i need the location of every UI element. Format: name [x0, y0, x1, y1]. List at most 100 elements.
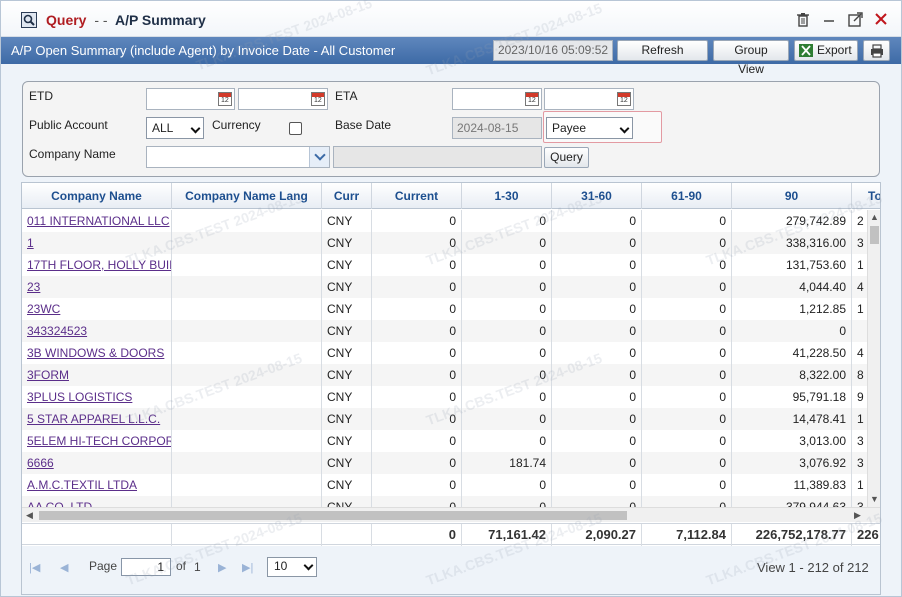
calendar-icon[interactable]: 12 [617, 92, 631, 106]
d90-cell: 4,044.40 [732, 276, 852, 298]
column-header-90[interactable]: 90 [732, 183, 852, 209]
d31-60-cell: 0 [552, 298, 642, 320]
company-name-lang-cell [172, 298, 322, 320]
company-name-display [333, 146, 542, 168]
last-page-icon[interactable]: ▶| [242, 561, 253, 574]
etd-to-input[interactable]: 12 [238, 88, 328, 110]
group-view-button[interactable]: Group View [713, 40, 789, 76]
company-name-link[interactable]: 23WC [22, 298, 172, 320]
calendar-glyph: 12 [221, 97, 229, 104]
totals-empty [172, 524, 322, 546]
public-account-select[interactable]: ALL [146, 117, 204, 139]
d90-cell: 338,316.00 [732, 232, 852, 254]
horizontal-scrollbar[interactable]: ◀ ▶ [22, 507, 880, 522]
scroll-up-icon[interactable]: ▲ [870, 212, 879, 222]
company-name-link[interactable]: A.M.C.TEXTIL LTDA [22, 474, 172, 496]
table-row[interactable]: 17TH FLOOR, HOLLY BUIL CNY 0 0 0 0 131,753.60 1 [22, 254, 867, 276]
column-header-company-name-lang[interactable]: Company Name Lang [172, 183, 322, 209]
calendar-icon[interactable]: 12 [311, 92, 325, 106]
d61-90-cell: 0 [642, 254, 732, 276]
company-name-lang-cell [172, 364, 322, 386]
d1-30-cell: 0 [462, 496, 552, 507]
chevron-down-icon[interactable] [309, 147, 329, 167]
etd-from-input[interactable]: 12 [146, 88, 235, 110]
column-header-curr[interactable]: Curr [322, 183, 372, 209]
prev-page-icon[interactable]: ◀ [60, 561, 68, 574]
curr-cell: CNY [322, 364, 372, 386]
title-main: A/P Summary [114, 12, 206, 28]
column-header-61-90[interactable]: 61-90 [642, 183, 732, 209]
company-name-link[interactable]: 17TH FLOOR, HOLLY BUIL [22, 254, 172, 276]
table-row[interactable]: AA CO.,LTD CNY 0 0 0 0 379,944.63 3 [22, 496, 867, 507]
table-row[interactable]: 343324523 CNY 0 0 0 0 0 [22, 320, 867, 342]
first-page-icon[interactable]: |◀ [29, 561, 40, 574]
d90-cell: 14,478.41 [732, 408, 852, 430]
current-cell: 0 [372, 364, 462, 386]
minimize-icon[interactable] [821, 12, 837, 28]
company-name-link[interactable]: 3B WINDOWS & DOORS [22, 342, 172, 364]
company-name-link[interactable]: 6666 [22, 452, 172, 474]
of-label: of [176, 559, 187, 573]
totals-row: 0 71,161.42 2,090.27 7,112.84 226,752,17… [22, 523, 880, 546]
query-button[interactable]: Query [544, 147, 589, 168]
table-row[interactable]: 3B WINDOWS & DOORS CNY 0 0 0 0 41,228.50 4 [22, 342, 867, 364]
payee-select[interactable]: Payee [546, 117, 633, 139]
scroll-left-icon[interactable]: ◀ [26, 510, 33, 521]
company-name-link[interactable]: 3PLUS LOGISTICS [22, 386, 172, 408]
table-row[interactable]: 5 STAR APPAREL L.L.C. CNY 0 0 0 0 14,478.41 1 [22, 408, 867, 430]
current-cell: 0 [372, 298, 462, 320]
column-header-1-30[interactable]: 1-30 [462, 183, 552, 209]
eta-from-input[interactable]: 12 [452, 88, 542, 110]
table-row[interactable]: 23WC CNY 0 0 0 0 1,212.85 1 [22, 298, 867, 320]
table-row[interactable]: A.M.C.TEXTIL LTDA CNY 0 0 0 0 11,389.83 1 [22, 474, 867, 496]
table-row[interactable]: 1 CNY 0 0 0 0 338,316.00 3 [22, 232, 867, 254]
table-row[interactable]: 011 INTERNATIONAL LLC CNY 0 0 0 0 279,742.89 2 [22, 210, 867, 232]
title-bar: Query - - A/P Summary [1, 1, 901, 37]
current-cell: 0 [372, 210, 462, 232]
company-name-link[interactable]: 343324523 [22, 320, 172, 342]
company-name-link[interactable]: 5 STAR APPAREL L.L.C. [22, 408, 172, 430]
scroll-down-icon[interactable]: ▼ [870, 494, 879, 504]
d31-60-cell: 0 [552, 408, 642, 430]
table-row[interactable]: 6666 CNY 0 181.74 0 0 3,076.92 3 [22, 452, 867, 474]
print-button[interactable] [863, 40, 890, 61]
company-name-link[interactable]: 3FORM [22, 364, 172, 386]
d90-cell: 0 [732, 320, 852, 342]
page-input[interactable]: 1 [121, 558, 171, 576]
close-icon[interactable] [873, 12, 889, 28]
eta-to-input[interactable]: 12 [544, 88, 634, 110]
company-name-link[interactable]: 5ELEM HI-TECH CORPOR [22, 430, 172, 452]
company-name-combo[interactable] [146, 146, 330, 168]
total-total: 226 [852, 524, 880, 546]
total-cell [852, 320, 867, 342]
column-header-current[interactable]: Current [372, 183, 462, 209]
column-header-31-60[interactable]: 31-60 [552, 183, 642, 209]
next-page-icon[interactable]: ▶ [218, 561, 226, 574]
column-header-total[interactable]: To [852, 183, 880, 209]
column-header-company-name[interactable]: Company Name [22, 183, 172, 209]
total-pages: 1 [194, 560, 201, 574]
company-name-link[interactable]: 1 [22, 232, 172, 254]
maximize-icon[interactable] [847, 12, 863, 28]
vertical-scroll-thumb[interactable] [870, 226, 879, 244]
horizontal-scroll-thumb[interactable] [39, 511, 627, 520]
export-button[interactable]: Export [794, 40, 858, 61]
vertical-scrollbar[interactable]: ▲ ▼ [867, 210, 880, 507]
table-row[interactable]: 3FORM CNY 0 0 0 0 8,322.00 8 [22, 364, 867, 386]
refresh-button[interactable]: Refresh [617, 40, 708, 61]
table-row[interactable]: 23 CNY 0 0 0 0 4,044.40 4 [22, 276, 867, 298]
d90-cell: 3,076.92 [732, 452, 852, 474]
table-row[interactable]: 5ELEM HI-TECH CORPOR CNY 0 0 0 0 3,013.00 3 [22, 430, 867, 452]
page-size-select[interactable]: 10 [267, 557, 317, 577]
trash-icon[interactable] [795, 12, 811, 28]
company-name-link[interactable]: AA CO.,LTD [22, 496, 172, 507]
company-name-link[interactable]: 23 [22, 276, 172, 298]
table-row[interactable]: 3PLUS LOGISTICS CNY 0 0 0 0 95,791.18 9 [22, 386, 867, 408]
currency-checkbox[interactable] [289, 122, 302, 135]
view-range-text: View 1 - 212 of 212 [757, 560, 869, 575]
scroll-right-icon[interactable]: ▶ [854, 510, 861, 521]
company-name-link[interactable]: 011 INTERNATIONAL LLC [22, 210, 172, 232]
calendar-icon[interactable]: 12 [218, 92, 232, 106]
title-prefix: Query [46, 12, 87, 28]
calendar-icon[interactable]: 12 [525, 92, 539, 106]
